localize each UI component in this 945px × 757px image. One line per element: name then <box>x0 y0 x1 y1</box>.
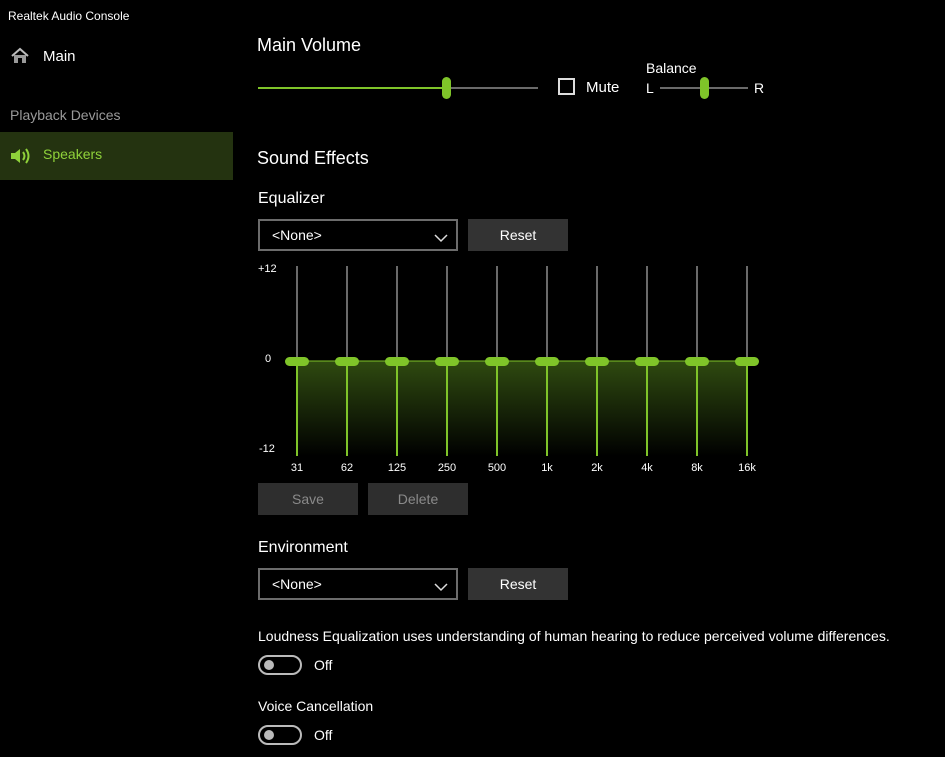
toggle-knob <box>264 660 274 670</box>
eq-band-thumb-1k[interactable] <box>535 357 559 366</box>
eq-band-thumb-8k[interactable] <box>685 357 709 366</box>
eq-band-thumb-62[interactable] <box>335 357 359 366</box>
chevron-down-icon <box>434 579 448 597</box>
environment-preset-value: <None> <box>272 576 322 592</box>
eq-band-thumb-31[interactable] <box>285 357 309 366</box>
section-heading-playback-devices: Playback Devices <box>10 107 121 123</box>
sidebar-item-label: Main <box>43 48 76 65</box>
volume-thumb[interactable] <box>442 77 451 99</box>
eq-band-label: 31 <box>290 462 304 474</box>
eq-band-thumb-125[interactable] <box>385 357 409 366</box>
balance-label: Balance <box>646 60 697 76</box>
sidebar-item-label: Speakers <box>43 146 103 162</box>
sidebar-item-speakers[interactable]: Speakers <box>0 132 233 180</box>
eq-band-label: 500 <box>487 462 507 474</box>
mute-checkbox[interactable] <box>558 78 575 95</box>
eq-band-thumb-4k[interactable] <box>635 357 659 366</box>
equalizer-reset-button[interactable]: Reset <box>468 219 568 251</box>
home-icon <box>10 47 30 70</box>
eq-band-thumb-16k[interactable] <box>735 357 759 366</box>
mute-label: Mute <box>586 79 620 96</box>
eq-band-label: 125 <box>387 462 407 474</box>
eq-band-label: 250 <box>437 462 457 474</box>
loudness-toggle-state: Off <box>314 657 333 673</box>
balance-slider[interactable] <box>660 77 748 99</box>
eq-band-label: 1k <box>541 462 553 474</box>
loudness-equalization-toggle[interactable] <box>258 655 302 675</box>
eq-band-label: 2k <box>591 462 603 474</box>
eq-band-label: 4k <box>641 462 653 474</box>
environment-preset-dropdown[interactable]: <None> <box>258 568 458 600</box>
equalizer-save-button[interactable]: Save <box>258 483 358 515</box>
eq-band-label: 16k <box>738 462 756 474</box>
loudness-equalization-description: Loudness Equalization uses understanding… <box>258 628 890 644</box>
balance-left-label: L <box>646 80 654 96</box>
chevron-down-icon <box>434 230 448 248</box>
balance-right-label: R <box>754 80 765 96</box>
equalizer-bands[interactable] <box>255 260 775 460</box>
main-volume-slider[interactable] <box>258 77 538 99</box>
eq-fill-area <box>297 361 747 456</box>
equalizer-preset-dropdown[interactable]: <None> <box>258 219 458 251</box>
equalizer-graph[interactable]: +12 0 -12 31 62 125 250 500 1k 2k 4k 8k 16k <box>255 260 775 480</box>
main-volume-title: Main Volume <box>257 35 362 55</box>
eq-band-label: 62 <box>340 462 354 474</box>
balance-thumb[interactable] <box>700 77 709 99</box>
equalizer-label: Equalizer <box>258 190 325 207</box>
environment-label: Environment <box>258 539 348 556</box>
voice-cancellation-label: Voice Cancellation <box>258 698 374 714</box>
environment-reset-button[interactable]: Reset <box>468 568 568 600</box>
app-title: Realtek Audio Console <box>8 9 130 23</box>
equalizer-delete-button[interactable]: Delete <box>368 483 468 515</box>
toggle-knob <box>264 730 274 740</box>
eq-band-thumb-250[interactable] <box>435 357 459 366</box>
eq-band-thumb-2k[interactable] <box>585 357 609 366</box>
eq-band-label: 8k <box>691 462 703 474</box>
voice-cancellation-toggle[interactable] <box>258 725 302 745</box>
voice-cancellation-toggle-state: Off <box>314 727 333 743</box>
volume-track <box>446 87 538 89</box>
sound-effects-title: Sound Effects <box>257 148 369 168</box>
equalizer-preset-value: <None> <box>272 227 322 243</box>
speaker-icon <box>10 147 32 170</box>
eq-band-thumb-500[interactable] <box>485 357 509 366</box>
sidebar-item-main[interactable]: Main <box>0 40 233 74</box>
volume-fill <box>258 87 446 89</box>
